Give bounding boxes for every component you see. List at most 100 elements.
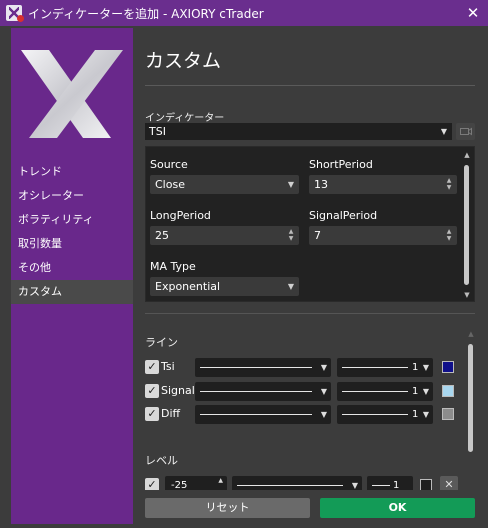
- signal-color-swatch[interactable]: [442, 385, 454, 397]
- scroll-thumb[interactable]: [464, 165, 469, 285]
- line-width-value: 1: [412, 409, 419, 420]
- ok-button[interactable]: OK: [320, 498, 475, 518]
- signal-checkbox[interactable]: ✓: [145, 384, 159, 398]
- chevron-down-icon: ▼: [287, 282, 294, 291]
- lines-scrollbar[interactable]: ▲: [467, 330, 475, 490]
- line-row-tsi: ✓ Tsi ▼ 1 ▼: [145, 358, 465, 377]
- source-select[interactable]: Close ▼: [150, 175, 299, 194]
- nav-item-volatility[interactable]: ボラティリティ: [11, 208, 133, 232]
- page-title: カスタム: [145, 50, 222, 72]
- chevron-down-icon: ▼: [440, 127, 447, 136]
- levels-label: レベル: [145, 454, 178, 467]
- line-name: Signal: [161, 384, 195, 397]
- nav-item-custom[interactable]: カスタム: [11, 280, 133, 304]
- short-period-value: 13: [314, 178, 328, 191]
- line-width-select[interactable]: 1 ▼: [337, 382, 433, 401]
- window-title: インディケーターを追加 - AXIORY cTrader: [28, 6, 264, 21]
- title-bar: インディケーターを追加 - AXIORY cTrader ✕: [0, 0, 488, 26]
- nav-item-oscillator[interactable]: オシレーター: [11, 184, 133, 208]
- level-value: -25: [171, 480, 188, 490]
- line-width-sample: [342, 391, 408, 392]
- nav-item-volume[interactable]: 取引数量: [11, 232, 133, 256]
- camera-icon: [459, 127, 472, 136]
- level-color-swatch[interactable]: [420, 479, 432, 490]
- level-style-sample: [237, 485, 343, 486]
- diff-color-swatch[interactable]: [442, 408, 454, 420]
- chevron-down-icon: ▼: [422, 387, 429, 396]
- line-row-signal: ✓ Signal ▼ 1 ▼: [145, 382, 465, 401]
- ma-type-select[interactable]: Exponential ▼: [150, 277, 299, 296]
- line-width-value: 1: [412, 362, 419, 373]
- line-style-sample: [200, 391, 312, 392]
- tsi-color-swatch[interactable]: [442, 361, 454, 373]
- line-style-select[interactable]: ▼: [195, 382, 331, 401]
- indicator-select[interactable]: TSI ▼: [145, 123, 452, 140]
- line-style-sample: [200, 367, 312, 368]
- reset-button[interactable]: リセット: [145, 498, 310, 518]
- scroll-up-icon[interactable]: ▲: [467, 330, 475, 338]
- sidebar: トレンド オシレーター ボラティリティ 取引数量 その他 カスタム: [11, 28, 133, 524]
- ma-type-value: Exponential: [155, 280, 221, 293]
- source-label: Source: [150, 158, 188, 171]
- indicator-label: インディケーター: [145, 113, 225, 124]
- chevron-down-icon: ▼: [320, 410, 327, 419]
- nav-item-other[interactable]: その他: [11, 256, 133, 280]
- line-width-select[interactable]: 1 ▼: [337, 358, 433, 377]
- spinner-icon[interactable]: ▲ ▼: [287, 228, 295, 243]
- source-value: Close: [155, 178, 185, 191]
- level-style-select[interactable]: ▼: [232, 476, 362, 490]
- line-name: Tsi: [161, 360, 175, 373]
- signal-period-label: SignalPeriod: [309, 209, 378, 222]
- scroll-thumb[interactable]: [468, 344, 473, 452]
- scroll-up-icon[interactable]: ▲: [463, 151, 471, 159]
- line-style-select[interactable]: ▼: [195, 358, 331, 377]
- short-period-stepper[interactable]: 13 ▲ ▼: [309, 175, 457, 194]
- line-width-sample: [342, 414, 408, 415]
- level-width-sample: [372, 485, 390, 486]
- line-style-select[interactable]: ▼: [195, 405, 331, 424]
- close-button[interactable]: ✕: [458, 0, 488, 26]
- section-divider: [145, 313, 475, 314]
- remove-level-button[interactable]: ✕: [440, 476, 458, 490]
- category-nav: トレンド オシレーター ボラティリティ 取引数量 その他 カスタム: [11, 160, 133, 304]
- line-width-sample: [342, 367, 408, 368]
- line-name: Diff: [161, 407, 181, 420]
- lines-label: ライン: [145, 336, 178, 349]
- spinner-icon[interactable]: ▲ ▼: [445, 177, 453, 192]
- level-row: ✓ -25 ▲ ▼ 1 ✕: [145, 476, 465, 490]
- app-icon: [6, 5, 24, 22]
- tsi-checkbox[interactable]: ✓: [145, 360, 159, 374]
- level-width-value: 1: [393, 480, 400, 490]
- spinner-icon: ▲: [218, 477, 223, 484]
- chevron-down-icon: ▼: [320, 363, 327, 372]
- indicator-value: TSI: [149, 125, 166, 138]
- params-scrollbar[interactable]: ▲ ▼: [463, 151, 471, 299]
- scroll-down-icon[interactable]: ▼: [463, 291, 471, 299]
- ma-type-label: MA Type: [150, 260, 196, 273]
- chevron-down-icon: ▼: [287, 180, 294, 189]
- line-style-sample: [200, 414, 312, 415]
- spinner-icon[interactable]: ▲ ▼: [445, 228, 453, 243]
- long-period-value: 25: [155, 229, 169, 242]
- chevron-down-icon: ▼: [422, 410, 429, 419]
- short-period-label: ShortPeriod: [309, 158, 373, 171]
- chevron-down-icon: ▼: [351, 481, 358, 490]
- nav-item-trend[interactable]: トレンド: [11, 160, 133, 184]
- level-width-select[interactable]: 1: [367, 476, 413, 490]
- long-period-stepper[interactable]: 25 ▲ ▼: [150, 226, 299, 245]
- axiory-logo: [21, 50, 123, 138]
- level-value-stepper[interactable]: -25 ▲: [165, 476, 227, 490]
- chevron-down-icon: ▼: [422, 363, 429, 372]
- line-width-value: 1: [412, 386, 419, 397]
- diff-checkbox[interactable]: ✓: [145, 407, 159, 421]
- signal-period-value: 7: [314, 229, 321, 242]
- signal-period-stepper[interactable]: 7 ▲ ▼: [309, 226, 457, 245]
- title-divider: [145, 85, 475, 86]
- parameters-panel: Source Close ▼ ShortPeriod 13 ▲ ▼ LongPer…: [145, 146, 475, 302]
- line-width-select[interactable]: 1 ▼: [337, 405, 433, 424]
- camera-button[interactable]: [456, 123, 475, 140]
- long-period-label: LongPeriod: [150, 209, 211, 222]
- level-checkbox[interactable]: ✓: [145, 478, 159, 490]
- line-row-diff: ✓ Diff ▼ 1 ▼: [145, 405, 465, 424]
- chevron-down-icon: ▼: [320, 387, 327, 396]
